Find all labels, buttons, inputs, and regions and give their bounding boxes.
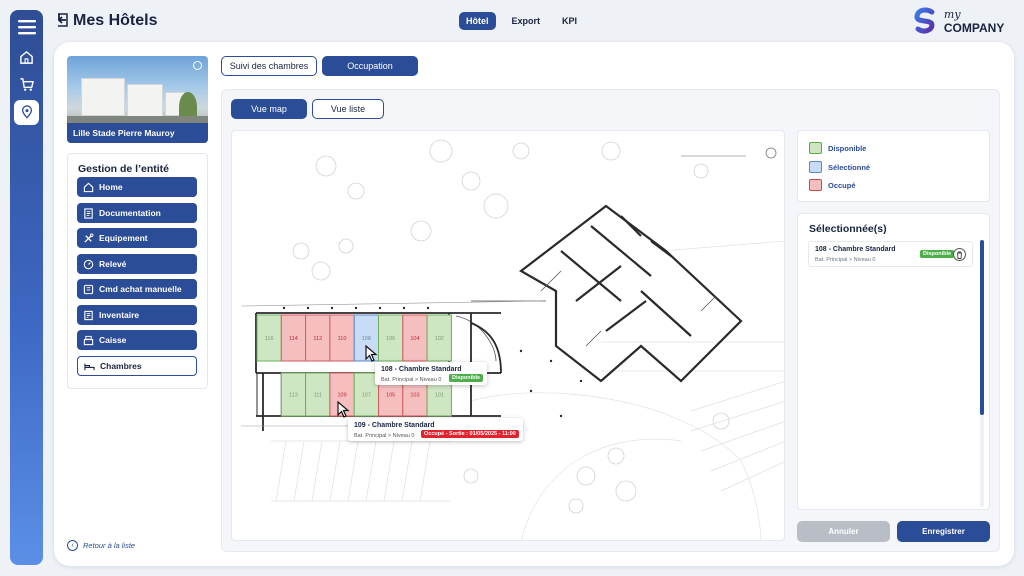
menu-item-label: Equipement — [99, 233, 148, 243]
menu-item-caisse[interactable]: Caisse — [77, 330, 197, 350]
legend-swatch — [809, 179, 822, 191]
home-icon[interactable] — [14, 45, 39, 70]
menu-item-inventaire[interactable]: Inventaire — [77, 305, 197, 325]
tab-hotel[interactable]: Hôtel — [459, 12, 496, 30]
menu-item-label: Documentation — [99, 208, 161, 218]
room-number-label: 111 — [314, 393, 322, 399]
back-to-list-link[interactable]: ‹ Retour à la liste — [67, 540, 135, 551]
legend-swatch — [809, 142, 822, 154]
trash-icon[interactable] — [953, 248, 966, 261]
menu-item-home[interactable]: Home — [77, 177, 197, 197]
mouse-cursor-icon — [365, 345, 378, 362]
room-cell-stair — [256, 372, 282, 417]
status-badge: Occupé - Sortie : 01/05/2025 - 11:00 — [421, 430, 519, 438]
header-tabs: Hôtel Export KPI — [459, 12, 583, 30]
menu-icon[interactable] — [14, 14, 39, 39]
selected-room-item[interactable]: 108 - Chambre Standard Bat. Principal > … — [808, 241, 973, 267]
floor-plan-drawing: 116 114 112 110 108 106 104 102 113 111 109 107 105 1… — [240, 139, 784, 540]
legend-item-disponible: Disponible — [809, 142, 866, 154]
room-number-label: 104 — [410, 336, 419, 342]
room-tooltip-108: 108 - Chambre Standard Bat. Principal > … — [375, 362, 487, 385]
page-title: Mes Hôtels — [73, 12, 158, 29]
map-legend: Disponible Sélectionné Occupé — [797, 130, 990, 202]
inventory-icon — [84, 310, 93, 320]
cart-icon[interactable] — [14, 72, 39, 97]
logo-prefix: my — [943, 8, 961, 21]
menu-item-label: Caisse — [99, 335, 127, 345]
room-number-label: 108 — [362, 336, 371, 342]
back-arrow-icon[interactable] — [56, 13, 68, 27]
menu-item-label: Relevé — [99, 259, 127, 269]
room-number-label: 102 — [435, 336, 444, 342]
tools-icon — [84, 233, 94, 243]
tooltip-room-name: 108 - Chambre Standard — [381, 366, 462, 373]
gauge-icon — [83, 259, 94, 269]
compass-icon — [765, 147, 777, 159]
cash-register-icon — [83, 335, 94, 345]
tab-vue-liste[interactable]: Vue liste — [312, 99, 384, 119]
tab-occupation[interactable]: Occupation — [322, 56, 418, 76]
location-pin-icon[interactable] — [14, 100, 39, 125]
app-rail — [10, 10, 43, 565]
home-icon — [83, 182, 94, 192]
company-logo: my COMPANY — [912, 7, 1024, 35]
menu-item-releve[interactable]: Relevé — [77, 254, 197, 274]
room-number-label: 114 — [289, 336, 298, 342]
room-number-label: 103 — [410, 393, 419, 399]
room-number-label: 109 — [337, 393, 346, 399]
room-number-label: 107 — [362, 393, 371, 399]
menu-item-label: Home — [99, 182, 123, 192]
room-tooltip-109: 109 - Chambre Standard Bat. Principal > … — [348, 418, 523, 441]
scrollbar-thumb[interactable] — [980, 240, 984, 415]
status-badge: Disponible — [449, 374, 484, 382]
legend-item-occupe: Occupé — [809, 179, 856, 191]
save-button[interactable]: Enregistrer — [897, 521, 990, 542]
room-number-label: 110 — [338, 336, 347, 342]
tab-suivi-chambres[interactable]: Suivi des chambres — [221, 56, 317, 76]
selected-rooms-panel: Sélectionnée(s) 108 - Chambre Standard B… — [797, 213, 990, 510]
entity-menu-title: Gestion de l’entité — [78, 163, 170, 175]
bed-icon — [84, 363, 95, 370]
tooltip-room-name: 109 - Chambre Standard — [354, 422, 435, 429]
tab-vue-map[interactable]: Vue map — [231, 99, 307, 119]
room-number-label: 116 — [265, 336, 274, 342]
tab-kpi[interactable]: KPI — [556, 12, 583, 30]
legend-label: Occupé — [828, 180, 856, 190]
room-number-label: 112 — [313, 336, 322, 342]
cancel-button[interactable]: Annuler — [797, 521, 890, 542]
legend-label: Sélectionné — [828, 162, 871, 172]
menu-item-documentation[interactable]: Documentation — [77, 203, 197, 223]
floor-plan-map[interactable]: 116 114 112 110 108 106 104 102 113 111 109 107 105 1… — [231, 130, 785, 541]
mouse-cursor-icon — [337, 401, 350, 418]
room-number-label: 101 — [435, 393, 444, 399]
hotel-photo-card[interactable]: Lille Stade Pierre Mauroy — [67, 56, 208, 143]
back-to-list-label: Retour à la liste — [83, 541, 136, 550]
logo-name: COMPANY — [943, 21, 1005, 35]
tab-export[interactable]: Export — [506, 12, 547, 30]
selected-panel-title: Sélectionnée(s) — [809, 223, 887, 235]
room-number-label: 105 — [386, 393, 395, 399]
cart-icon — [83, 284, 94, 294]
settings-gear-icon[interactable] — [193, 61, 202, 70]
menu-item-label: Cmd achat manuelle — [99, 284, 182, 294]
chevron-left-icon: ‹ — [67, 540, 78, 551]
menu-item-equipement[interactable]: Equipement — [77, 228, 197, 248]
hotel-name: Lille Stade Pierre Mauroy — [67, 123, 208, 143]
document-icon — [84, 207, 93, 219]
selected-room-name: 108 - Chambre Standard — [815, 246, 896, 253]
logo-mark-icon — [914, 7, 935, 34]
menu-item-cmd-achat[interactable]: Cmd achat manuelle — [77, 279, 197, 299]
tooltip-room-location: Bat. Principal > Niveau 0 — [354, 433, 415, 439]
menu-item-label: Inventaire — [99, 310, 140, 320]
room-number-label: 113 — [289, 393, 298, 399]
menu-item-label: Chambres — [100, 361, 142, 371]
menu-item-chambres[interactable]: Chambres — [77, 356, 197, 376]
tooltip-room-location: Bat. Principal > Niveau 0 — [381, 377, 442, 383]
selected-room-location: Bat. Principal > Niveau 0 — [815, 257, 876, 263]
status-badge: Disponible — [920, 250, 955, 258]
legend-item-selectionne: Sélectionné — [809, 161, 870, 173]
legend-label: Disponible — [828, 143, 867, 153]
room-number-label: 106 — [386, 336, 395, 342]
legend-swatch — [809, 161, 822, 173]
